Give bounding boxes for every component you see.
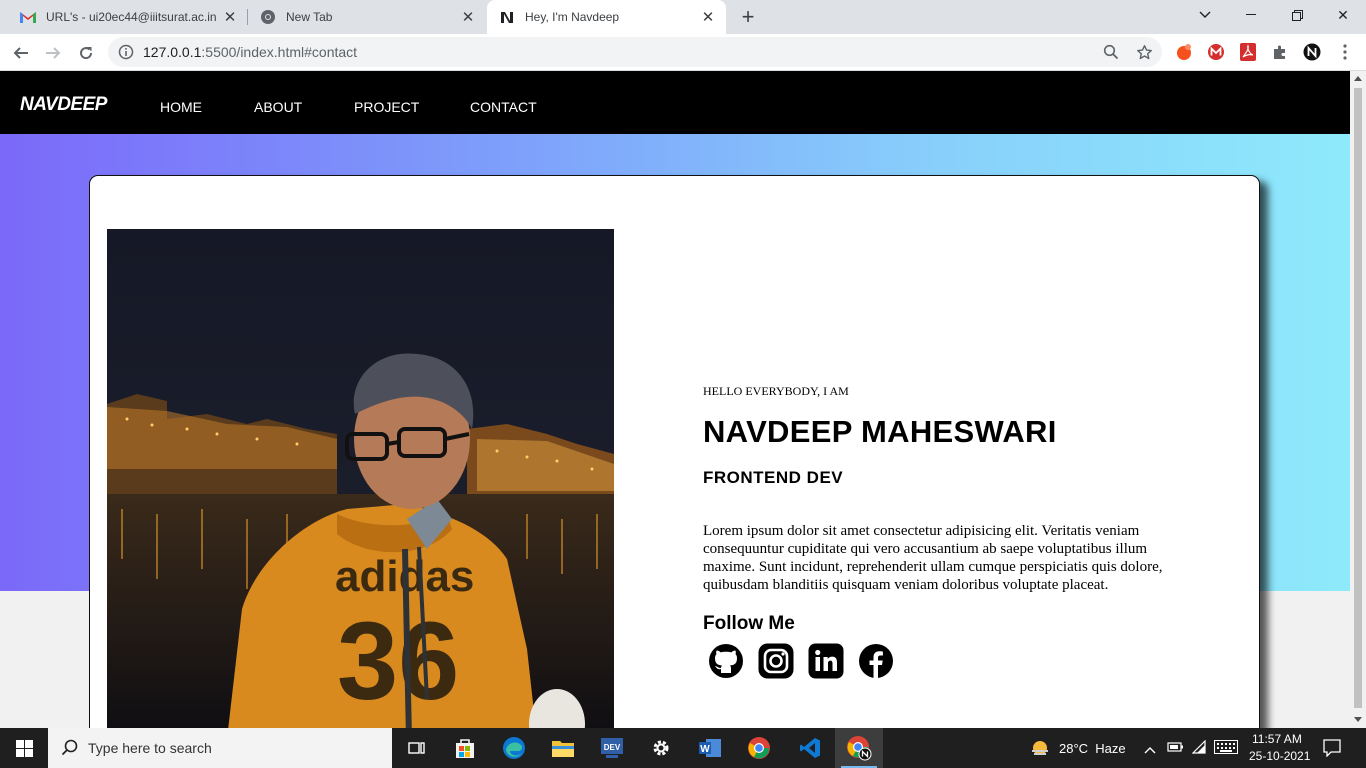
wifi-icon[interactable] (1191, 739, 1208, 759)
battery-icon[interactable] (1167, 740, 1185, 759)
restore-button[interactable] (1274, 0, 1320, 30)
tab-active-site[interactable]: Hey, I'm Navdeep ✕ (487, 0, 726, 34)
profile-bio: Lorem ipsum dolor sit amet consectetur a… (703, 523, 1163, 593)
tab-new-tab[interactable]: New Tab ✕ (248, 0, 486, 34)
chrome-icon (260, 9, 276, 25)
settings-gear-icon[interactable] (637, 728, 685, 768)
profile-role: FRONTEND DEV (703, 468, 844, 487)
nav-project[interactable]: PROJECT (354, 99, 419, 115)
taskbar-search-box[interactable]: Type here to search (48, 728, 392, 768)
clock-time[interactable]: 11:57 AM (1252, 732, 1302, 746)
minimize-button[interactable] (1228, 0, 1274, 30)
browser-toolbar: 127.0.0.1:5500/index.html#contact (0, 34, 1366, 71)
tab-gmail[interactable]: URL's - ui20ec44@iiitsurat.ac.in - ✕ (0, 0, 248, 34)
follow-heading: Follow Me (703, 613, 795, 634)
tab-title: New Tab (286, 10, 333, 24)
word-icon[interactable]: W (686, 728, 734, 768)
intro-text: HELLO EVERYBODY, I AM (703, 384, 849, 398)
search-placeholder: Type here to search (88, 740, 212, 756)
microsoft-store-icon[interactable] (441, 728, 489, 768)
edge-browser-icon[interactable] (490, 728, 538, 768)
dev-community-icon[interactable]: DEV (588, 728, 636, 768)
extensions-puzzle-icon[interactable] (1270, 42, 1290, 62)
clock-date[interactable]: 25-10-2021 (1249, 749, 1310, 763)
extension-m-icon[interactable] (1206, 42, 1226, 62)
chevron-up-icon[interactable] (1144, 741, 1156, 759)
tab-title: Hey, I'm Navdeep (525, 10, 620, 24)
tab-title: URL's - ui20ec44@iiitsurat.ac.in - (46, 10, 220, 24)
extension-orange-icon[interactable] (1174, 42, 1194, 62)
svg-text:DEV: DEV (604, 743, 621, 752)
notification-icon[interactable] (1323, 739, 1341, 762)
url-path: :5500/index.html#contact (201, 44, 358, 60)
profile-avatar-icon[interactable] (1302, 42, 1322, 62)
instagram-icon[interactable] (757, 642, 794, 679)
close-window-button[interactable]: ✕ (1320, 0, 1366, 30)
site-info-icon[interactable] (118, 44, 134, 65)
close-tab-icon[interactable]: ✕ (698, 7, 718, 27)
bookmark-star-icon[interactable] (1134, 42, 1154, 62)
profile-photo: adidas 36 (107, 229, 614, 728)
linkedin-icon[interactable] (807, 642, 844, 679)
tab-strip: URL's - ui20ec44@iiitsurat.ac.in - ✕ New… (0, 0, 1366, 34)
chrome-taskbar-icon[interactable] (735, 728, 783, 768)
site-logo-icon (499, 9, 515, 25)
gmail-icon (20, 9, 36, 25)
svg-text:36: 36 (337, 600, 459, 723)
zoom-icon[interactable] (1101, 42, 1121, 62)
task-view-icon[interactable] (393, 728, 441, 768)
address-bar[interactable]: 127.0.0.1:5500/index.html#contact (108, 37, 1162, 67)
site-logo[interactable]: NAVDEEP (20, 94, 107, 116)
close-tab-icon[interactable]: ✕ (220, 7, 240, 27)
reload-button[interactable] (73, 40, 99, 66)
profile-name: NAVDEEP MAHESWARI (703, 414, 1057, 449)
close-tab-icon[interactable]: ✕ (458, 7, 478, 27)
file-explorer-icon[interactable] (539, 728, 587, 768)
windows-taskbar: Type here to search DEV W 28°C Haze 11:5… (0, 728, 1366, 768)
search-icon (61, 739, 78, 761)
url-host: 127.0.0.1 (143, 44, 202, 60)
page-scrollbar[interactable] (1350, 71, 1366, 728)
forward-button[interactable] (40, 40, 66, 66)
nav-about[interactable]: ABOUT (254, 99, 302, 115)
profile-card: adidas 36 HELLO EVERYBODY, I AM NAVDEEP … (89, 175, 1260, 728)
weather-icon[interactable] (1030, 738, 1050, 763)
new-tab-button[interactable]: + (736, 4, 760, 29)
vscode-icon[interactable] (786, 728, 834, 768)
keyboard-icon[interactable] (1214, 740, 1238, 759)
start-button[interactable] (0, 728, 48, 768)
back-button[interactable] (8, 40, 34, 66)
nav-home[interactable]: HOME (160, 99, 202, 115)
pdf-extension-icon[interactable] (1238, 42, 1258, 62)
social-links (707, 642, 894, 679)
site-navbar: NAVDEEP HOME ABOUT PROJECT CONTACT (0, 71, 1350, 134)
url-text: 127.0.0.1:5500/index.html#contact (143, 44, 357, 60)
nav-contact[interactable]: CONTACT (470, 99, 537, 115)
tab-search-icon[interactable] (1182, 0, 1228, 30)
scrollbar-thumb[interactable] (1354, 88, 1362, 708)
github-icon[interactable] (707, 642, 744, 679)
chrome-menu-icon[interactable] (1335, 42, 1355, 62)
svg-text:W: W (700, 744, 710, 755)
chrome-profile-taskbar-icon[interactable] (835, 728, 883, 768)
page-viewport: NAVDEEP HOME ABOUT PROJECT CONTACT adida… (0, 71, 1350, 728)
weather-text[interactable]: 28°C Haze (1059, 741, 1126, 756)
facebook-icon[interactable] (857, 642, 894, 679)
